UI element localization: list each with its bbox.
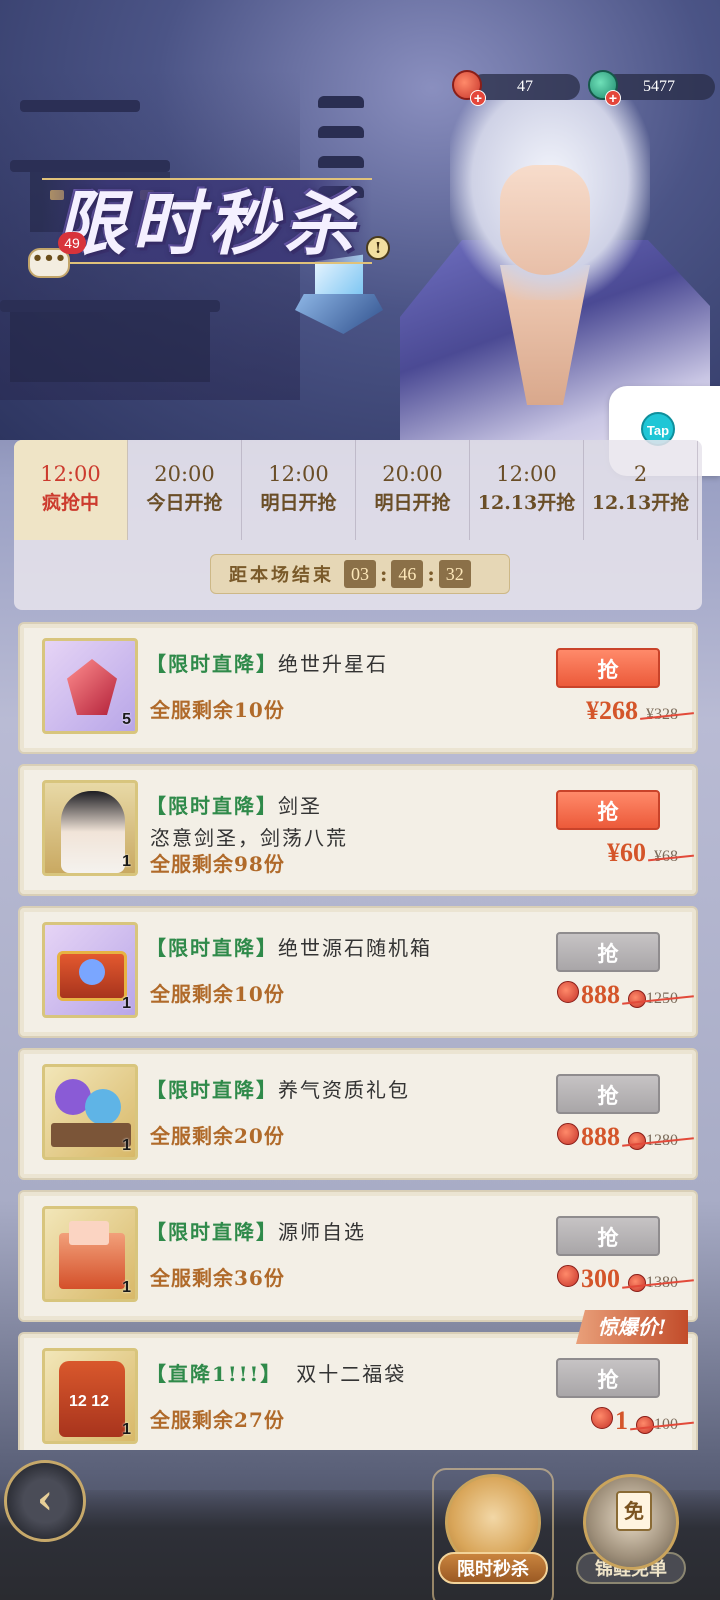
deal-item: 1 【限时直降】剑圣 恣意剑圣，剑荡八荒 全服剩余98份 抢 ¥60 ¥68 (18, 764, 698, 896)
hot-price-tag: 惊爆价! (576, 1310, 688, 1344)
tab-time: 12:00 (268, 462, 329, 486)
buy-button[interactable]: 抢 (556, 648, 660, 688)
item-stock: 全服剩余20份 (150, 1124, 285, 1148)
tab-time: 12:00 (40, 462, 101, 486)
original-price: ¥68 (654, 848, 678, 865)
countdown-minutes: 46 (391, 560, 424, 588)
tab-status: 今日开抢 (146, 492, 223, 514)
add-green-gem-button[interactable]: + (605, 90, 621, 106)
deal-item: 12 12 1 【直降1!!!】 双十二福袋 全服剩余27份 抢 1 100 (18, 1332, 698, 1450)
buy-button[interactable]: 抢 (556, 1216, 660, 1256)
deal-item: 1 【限时直降】养气资质礼包 全服剩余20份 抢 888 1280 (18, 1048, 698, 1180)
buy-button[interactable]: 抢 (556, 932, 660, 972)
buy-button[interactable]: 抢 (556, 1358, 660, 1398)
add-red-gem-button[interactable]: + (470, 90, 486, 106)
buy-button[interactable]: 抢 (556, 1074, 660, 1114)
item-name: 【限时直降】剑圣 (146, 794, 322, 818)
back-icon[interactable]: ‹ (4, 1460, 86, 1542)
tab-status: 明日开抢 (260, 492, 337, 514)
item-name: 【限时直降】源师自选 (146, 1220, 366, 1244)
deal-item: 1 【限时直降】源师自选 全服剩余36份 抢 300 1380 (18, 1190, 698, 1322)
item-name: 【限时直降】绝世源石随机箱 (146, 936, 432, 960)
item-price: 888 1250 (557, 980, 678, 1010)
item-price: ¥60 ¥68 (607, 838, 678, 867)
star-stone-icon: 5 (42, 638, 138, 734)
tab-time: 20:00 (154, 462, 215, 486)
red-gem-count: 47 (470, 74, 580, 100)
item-price: 888 1280 (557, 1122, 678, 1152)
tab-status: 疯抢中 (41, 492, 99, 514)
deal-item: 5 【限时直降】绝世升星石 全服剩余10份 抢 ¥268 ¥328 (18, 622, 698, 754)
tab-session-3[interactable]: 12:00 明日开抢 (242, 440, 356, 540)
buy-button[interactable]: 抢 (556, 790, 660, 830)
original-price: 1380 (628, 1274, 678, 1293)
original-price: 100 (636, 1416, 678, 1435)
deal-item: 1 【限时直降】绝世源石随机箱 全服剩余10份 抢 888 1250 (18, 906, 698, 1038)
item-stock: 全服剩余36份 (150, 1266, 285, 1290)
tab-session-6[interactable]: 2 12.13开抢 (584, 440, 698, 540)
item-price: 300 1380 (557, 1264, 678, 1294)
item-name: 【直降1!!!】 双十二福袋 (146, 1362, 407, 1386)
tab-session-1[interactable]: 12:00 疯抢中 (14, 440, 128, 540)
item-stock: 全服剩余10份 (150, 982, 285, 1006)
original-price: 1250 (628, 990, 678, 1009)
chat-badge: 49 (58, 232, 86, 254)
page-title: 限时秒杀 (56, 182, 360, 265)
tab-time: 20:00 (382, 462, 443, 486)
treasure-chest-icon: 1 (42, 922, 138, 1018)
sword-saint-portrait-icon: 1 (42, 780, 138, 876)
gift-box-icon: 1 (42, 1206, 138, 1302)
tab-time: 12:00 (496, 462, 557, 486)
session-tabs: 12:00 疯抢中 20:00 今日开抢 12:00 明日开抢 20:00 明日… (14, 440, 698, 540)
tab-status: 明日开抢 (374, 492, 451, 514)
countdown-timer: 距本场结束 03 : 46 : 32 (210, 554, 510, 594)
tab-time: 2 (633, 462, 648, 486)
countdown-label: 距本场结束 (229, 565, 334, 586)
item-name: 【限时直降】养气资质礼包 (146, 1078, 410, 1102)
gem-currency-icon (557, 1265, 579, 1287)
tab-status: 12.13开抢 (477, 492, 576, 514)
gem-currency-icon (557, 981, 579, 1003)
original-price: ¥328 (646, 706, 678, 723)
original-price: 1280 (628, 1132, 678, 1151)
item-price: 1 100 (591, 1406, 678, 1436)
gem-currency-icon (591, 1407, 613, 1429)
nav-flash-sale[interactable]: 限时秒杀 (432, 1468, 554, 1600)
selected-indicator (432, 1468, 554, 1600)
flower-gift-pack-icon: 1 (42, 1064, 138, 1160)
item-stock: 全服剩余10份 (150, 698, 285, 722)
item-desc: 恣意剑圣，剑荡八荒 (150, 826, 348, 850)
free-char-badge: 免 (616, 1491, 652, 1531)
tab-status: 12.13开抢 (591, 492, 690, 514)
item-price: ¥268 ¥328 (586, 696, 678, 725)
item-stock: 全服剩余27份 (150, 1408, 285, 1432)
lucky-bag-icon: 12 12 1 (42, 1348, 138, 1444)
gem-currency-icon (557, 1123, 579, 1145)
tab-session-4[interactable]: 20:00 明日开抢 (356, 440, 470, 540)
session-tab-panel: 12:00 疯抢中 20:00 今日开抢 12:00 明日开抢 20:00 明日… (14, 440, 702, 610)
item-name: 【限时直降】绝世升星石 (146, 652, 388, 676)
countdown-seconds: 32 (438, 560, 471, 588)
nav-koi-free[interactable]: 免 锦鲤免单 (576, 1474, 686, 1600)
free-order-icon: 免 (583, 1474, 679, 1570)
info-icon[interactable]: ! (366, 236, 390, 260)
item-stock: 全服剩余98份 (150, 852, 285, 876)
tab-session-2[interactable]: 20:00 今日开抢 (128, 440, 242, 540)
countdown-hours: 03 (344, 560, 376, 588)
tab-session-5[interactable]: 12:00 12.13开抢 (470, 440, 584, 540)
